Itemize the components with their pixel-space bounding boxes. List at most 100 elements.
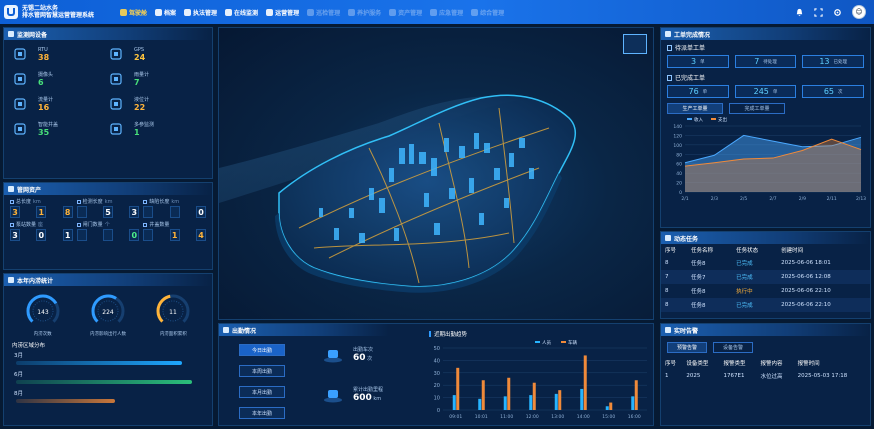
nav-icon	[266, 8, 274, 16]
gauge-dial: 224	[91, 294, 125, 328]
legend-label: 收入	[694, 116, 703, 123]
nav-label: 应急管理	[439, 9, 464, 17]
asset-counter: 缺陷长度km000	[143, 198, 206, 218]
count-unit: 单	[700, 59, 705, 65]
drop-icon	[108, 72, 124, 86]
gauge: 11 内涝面积累积	[151, 292, 195, 337]
gauge-dial: 143	[26, 294, 60, 328]
x-tick-label: 2/3	[711, 196, 718, 202]
table-row[interactable]: 1 2025 1767E1 水位过高 2025-05-03 17:18	[661, 369, 870, 383]
x-tick-label: 14:00	[577, 414, 590, 420]
table-row[interactable]: 8 任务8 已完成 2025-06-06 22:10	[661, 298, 870, 312]
fullscreen-icon[interactable]	[814, 7, 823, 17]
table-cell: 2025-06-06 22:10	[781, 288, 831, 294]
dispatch-range-button[interactable]: 本年出勤	[239, 407, 285, 419]
nav-item-5[interactable]: 巡检管理	[303, 0, 344, 24]
city-map[interactable]	[218, 27, 654, 320]
x-tick-label: 13:00	[551, 414, 564, 420]
gauge-value: 224	[102, 309, 114, 316]
legend-swatch	[535, 341, 540, 343]
count-value: 13	[819, 57, 830, 66]
nav-item-4[interactable]: 运营管理	[262, 0, 303, 24]
monitor-panel-title: 监测网设备	[4, 28, 212, 40]
dispatch-panel-title: 出勤情况	[219, 324, 389, 336]
nav-icon	[471, 8, 479, 16]
distribution-title: 内涝区域分布	[12, 343, 46, 349]
asset-icon	[10, 199, 14, 204]
y-tick-label: 100	[673, 143, 682, 149]
tasks-panel-title: 动态任务	[661, 232, 870, 244]
workorder-tab[interactable]: 完成工单量	[729, 103, 785, 114]
x-tick-label: 15:00	[602, 414, 615, 420]
logo	[4, 5, 18, 19]
asset-counter: 井盖数量0 1 4	[143, 221, 206, 241]
assets-body: 总长度km318检测长度km053缺陷长度km000泵站数量座301闸门数量个0…	[4, 195, 212, 247]
nav-item-8[interactable]: 应急管理	[426, 0, 467, 24]
y-tick-label: 120	[673, 133, 682, 139]
dispatch-range-button[interactable]: 本周出勤	[239, 365, 285, 377]
nav-item-3[interactable]: 在线监测	[221, 0, 262, 24]
digit-box: 4	[196, 229, 206, 241]
tasks-table: 序号 任务名称 任务状态 创建时间 8 任务8 已完成 2025-06-06 18:01 7 任务…	[661, 244, 870, 312]
asset-unit: km	[171, 198, 180, 205]
count-unit: 单	[702, 89, 708, 95]
digit-box: 0	[36, 229, 47, 241]
brand-line-1: 无锡二站水务	[22, 5, 59, 12]
table-cell: 已完成	[732, 270, 778, 284]
alarm-table: 序号 设备类型 报警类型 报警内容 报警时间 1 2025 1767E1 水位过高 2025-05…	[661, 357, 870, 383]
table-row[interactable]: 8 任务8 已完成 2025-06-06 18:01	[661, 256, 870, 270]
dispatch-range-button[interactable]: 本月出勤	[239, 386, 285, 398]
alarm-tab[interactable]: 设备告警	[713, 342, 753, 353]
dispatch-range-button[interactable]: 今日出勤	[239, 344, 285, 356]
table-header: 报警时间	[797, 361, 820, 367]
count-value: 76	[688, 87, 699, 96]
distribution-bar-row: 3月	[12, 351, 204, 370]
bar-车辆	[558, 390, 562, 410]
count-unit: 已处理	[833, 59, 848, 65]
map-thumbnail[interactable]	[623, 34, 647, 54]
monitor-stat-label: 液位计	[134, 97, 150, 103]
table-row[interactable]: 7 任务7 已完成 2025-06-06 12:08	[661, 270, 870, 284]
kpi-unit: km	[371, 396, 382, 402]
nav-item-9[interactable]: 综合管理	[467, 0, 508, 24]
table-row[interactable]: 8 任务8 执行中 2025-06-06 22:10	[661, 284, 870, 298]
avatar[interactable]: ☺	[852, 5, 866, 19]
nav-item-6[interactable]: 养护服务	[344, 0, 385, 24]
monitor-stat: 摄像头 6	[12, 69, 108, 89]
table-header: 创建时间	[781, 248, 804, 254]
count-value: 3	[691, 57, 697, 66]
asset-label-text: 缺陷长度	[149, 199, 170, 205]
nav-label: 养护服务	[357, 9, 382, 17]
nav-icon	[184, 8, 192, 16]
trend-title: 近期出勤趋势	[429, 330, 467, 338]
nav-item-2[interactable]: 执法管理	[180, 0, 221, 24]
nav-label: 巡检管理	[316, 9, 341, 17]
y-tick-label: 80	[676, 152, 682, 158]
table-cell: 任务8	[691, 289, 706, 295]
digit-box: 1	[62, 229, 73, 241]
asset-icon	[76, 199, 81, 204]
digit-box: 0	[103, 229, 113, 241]
digit-box: 3	[10, 229, 20, 241]
monitor-stat-value: 24	[134, 52, 146, 62]
alarm-tabs: 预警告警 设备告警	[661, 338, 870, 355]
distribution-bar-row: 8月	[12, 389, 204, 408]
asset-label: 缺陷长度 km	[143, 198, 206, 205]
workorder-tab[interactable]: 生产工单量	[667, 103, 723, 114]
nav-icon	[389, 8, 397, 16]
table-cell: 任务8	[691, 261, 706, 267]
nav-item-0[interactable]: 驾驶舱	[116, 0, 151, 24]
asset-label-text: 闸门数量	[82, 222, 103, 228]
bell-icon[interactable]	[795, 8, 804, 17]
asset-counter: 闸门数量个000	[76, 221, 140, 241]
alarm-tab[interactable]: 预警告警	[667, 342, 707, 353]
nav-item-7[interactable]: 资产管理	[385, 0, 426, 24]
nav-label: 驾驶舱	[129, 9, 148, 17]
brand-line-2: 排水管网智慧运营管理系统	[22, 12, 95, 19]
monitor-stat: RTU 38	[12, 44, 108, 64]
y-tick-label: 40	[434, 358, 440, 364]
digit-box: 1	[36, 206, 47, 218]
settings-icon[interactable]	[833, 8, 842, 17]
nav-item-1[interactable]: 档案	[151, 0, 180, 24]
y-tick-label: 0	[679, 190, 682, 196]
